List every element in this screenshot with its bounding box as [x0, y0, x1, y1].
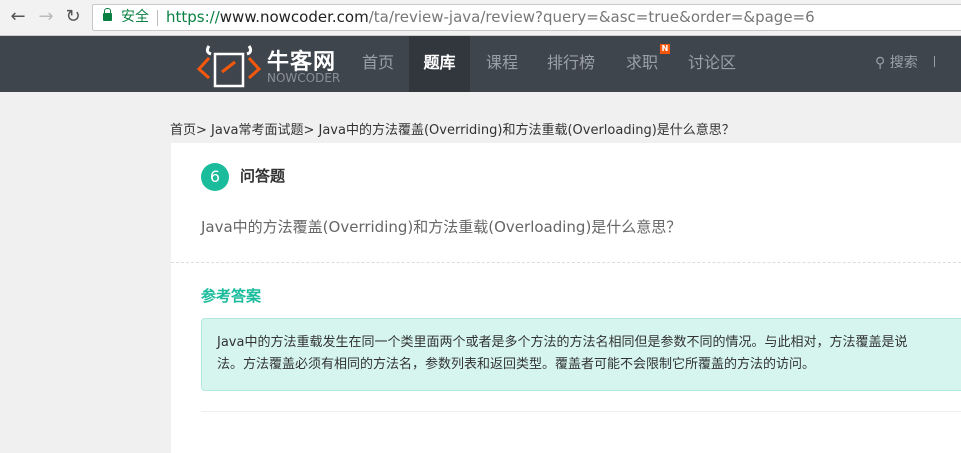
nav-home[interactable]: 首页 [362, 36, 394, 92]
question-type: 问答题 [240, 167, 286, 185]
forward-icon[interactable]: → [35, 6, 57, 27]
secure-label: 安全 [121, 9, 149, 25]
back-icon[interactable]: ← [7, 6, 29, 27]
question-number: 6 [201, 163, 229, 191]
answer-title: 参考答案 [201, 287, 262, 305]
divider [201, 411, 961, 412]
question-text: Java中的方法覆盖(Overriding)和方法重载(Overloading)… [201, 218, 682, 236]
nav-ranking[interactable]: 排行榜 [547, 36, 595, 92]
search-button[interactable]: ⚲ 搜索 [875, 36, 918, 92]
reload-icon[interactable]: ↻ [62, 6, 84, 27]
divider [934, 56, 935, 67]
url-text: https://www.nowcoder.com/ta/review-java/… [166, 8, 815, 26]
nav-question-bank[interactable]: 题库 [409, 36, 470, 92]
answer-line: 法。方法覆盖必须有相同的方法名，参数列表和返回类型。覆盖者可能不会限制它所覆盖的… [217, 357, 816, 372]
nav-jobs[interactable]: 求职 [626, 36, 658, 92]
new-badge: N [660, 44, 670, 54]
lock-icon [103, 8, 112, 21]
answer-line: Java中的方法重载发生在同一个类里面两个或者是多个方法的方法名相同但是参数不同… [217, 335, 908, 350]
logo-icon [196, 45, 262, 88]
address-bar[interactable]: 安全 https://www.nowcoder.com/ta/review-ja… [92, 4, 961, 31]
search-icon: ⚲ [875, 55, 886, 71]
nav-discussion[interactable]: 讨论区 [688, 36, 736, 92]
nav-courses[interactable]: 课程 [486, 36, 518, 92]
answer-box: Java中的方法重载发生在同一个类里面两个或者是多个方法的方法名相同但是参数不同… [201, 318, 961, 391]
search-label: 搜索 [889, 55, 918, 71]
logo[interactable]: 牛客网 NOWCODER [195, 42, 345, 88]
question-panel: 6 问答题 Java中的方法覆盖(Overriding)和方法重载(Overlo… [171, 143, 961, 453]
divider [171, 262, 961, 263]
logo-subtext: NOWCODER [267, 71, 341, 85]
breadcrumb[interactable]: 首页> Java常考面试题> Java中的方法覆盖(Overriding)和方法… [170, 119, 735, 138]
browser-toolbar: ← → ↻ 安全 https://www.nowcoder.com/ta/rev… [0, 0, 961, 36]
site-nav: 牛客网 NOWCODER 首页 题库 课程 排行榜 求职 N 讨论区 ⚲ 搜索 [0, 36, 961, 92]
divider [157, 10, 158, 26]
